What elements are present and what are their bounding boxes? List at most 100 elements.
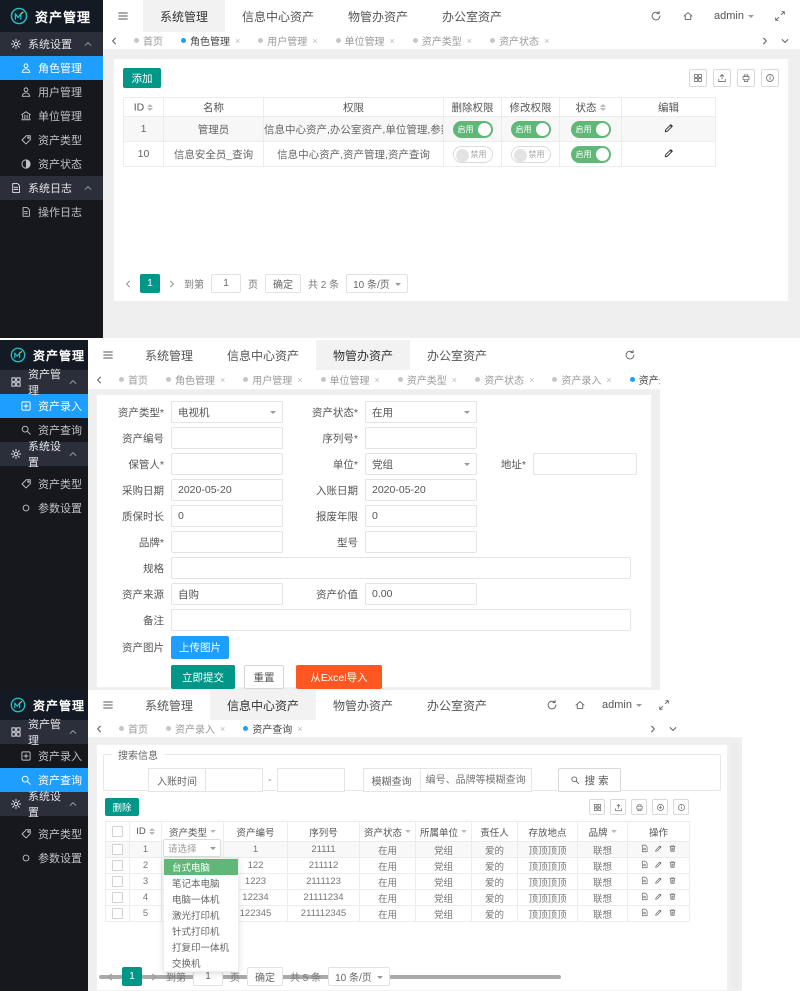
current-page[interactable]: 1: [140, 274, 160, 293]
fullscreen-icon[interactable]: [658, 699, 670, 711]
nav-property-office-assets[interactable]: 物管办资产: [316, 340, 410, 371]
view-icon[interactable]: [640, 892, 649, 901]
user-menu[interactable]: admin: [602, 699, 642, 711]
close-icon[interactable]: ×: [220, 724, 225, 734]
tab-home[interactable]: 首页: [110, 370, 157, 389]
sidebar-group-system-settings[interactable]: 系统设置: [0, 792, 88, 816]
dropdown-option[interactable]: 交换机: [164, 955, 238, 971]
tab-role-management[interactable]: 角色管理×: [157, 370, 234, 389]
col-id[interactable]: ID: [124, 98, 164, 117]
sidebar-item-role-management[interactable]: 角色管理: [0, 56, 103, 80]
prev-page-button[interactable]: [123, 279, 133, 289]
nav-system-management[interactable]: 系统管理: [143, 0, 225, 32]
date-to-input[interactable]: [277, 768, 345, 792]
sidebar-item-asset-status[interactable]: 资产状态: [0, 152, 103, 176]
tabs-scroll-right[interactable]: [760, 36, 770, 46]
model-input[interactable]: [365, 531, 477, 553]
close-icon[interactable]: ×: [390, 36, 395, 46]
col-unit[interactable]: 所属单位: [416, 822, 472, 842]
export-icon[interactable]: [610, 799, 626, 815]
tab-asset-entry[interactable]: 资产录入×: [157, 720, 234, 737]
menu-toggle-icon[interactable]: [103, 10, 143, 22]
close-icon[interactable]: ×: [312, 36, 317, 46]
keeper-input[interactable]: [171, 453, 283, 475]
menu-toggle-icon[interactable]: [88, 699, 128, 711]
tab-asset-status[interactable]: 资产状态×: [481, 32, 558, 49]
delete-icon[interactable]: [668, 908, 677, 917]
delete-button[interactable]: 删除: [105, 798, 139, 816]
row-checkbox[interactable]: [112, 844, 123, 855]
serial-no-input[interactable]: [365, 427, 477, 449]
per-page-select[interactable]: 10 条/页: [346, 274, 408, 293]
tabs-menu-icon[interactable]: [780, 36, 790, 46]
tab-home[interactable]: 首页: [110, 720, 157, 737]
asset-value-input[interactable]: [365, 583, 477, 605]
remark-input[interactable]: [171, 609, 631, 631]
asset-no-input[interactable]: [171, 427, 283, 449]
dropdown-option[interactable]: 电脑一体机: [164, 891, 238, 907]
tab-asset-entry-active[interactable]: 资产录入×: [621, 370, 660, 389]
sidebar-item-asset-type[interactable]: 资产类型: [0, 472, 88, 496]
tabs-scroll-left[interactable]: [103, 36, 125, 46]
sidebar-item-parameter-settings[interactable]: 参数设置: [0, 496, 88, 520]
prev-page-button[interactable]: [105, 972, 115, 982]
edit-icon[interactable]: [654, 860, 663, 869]
print-icon[interactable]: [737, 69, 755, 87]
nav-system-management[interactable]: 系统管理: [128, 340, 210, 371]
close-icon[interactable]: ×: [544, 36, 549, 46]
close-icon[interactable]: ×: [297, 375, 302, 385]
close-icon[interactable]: ×: [375, 375, 380, 385]
export-icon[interactable]: [713, 69, 731, 87]
nav-property-office-assets[interactable]: 物管办资产: [331, 0, 425, 32]
edit-icon[interactable]: [654, 892, 663, 901]
tab-asset-status[interactable]: 资产状态×: [466, 370, 543, 389]
type-filter-select[interactable]: 请选择: [163, 839, 221, 857]
per-page-select[interactable]: 10 条/页: [328, 967, 390, 986]
delete-perm-toggle[interactable]: 禁用: [453, 146, 493, 163]
tabs-scroll-right[interactable]: [648, 724, 658, 734]
view-icon[interactable]: [640, 876, 649, 885]
close-icon[interactable]: ×: [529, 375, 534, 385]
modify-perm-toggle[interactable]: 禁用: [511, 146, 551, 163]
info-icon[interactable]: [761, 69, 779, 87]
columns-icon[interactable]: [589, 799, 605, 815]
sidebar-item-operation-log[interactable]: 操作日志: [0, 200, 103, 224]
close-icon[interactable]: ×: [235, 36, 240, 46]
nav-office-assets[interactable]: 办公室资产: [410, 340, 504, 371]
view-icon[interactable]: [640, 908, 649, 917]
confirm-page-button[interactable]: 确定: [265, 274, 301, 293]
edit-icon[interactable]: [663, 147, 675, 159]
status-toggle[interactable]: 启用: [571, 121, 611, 138]
delete-icon[interactable]: [668, 876, 677, 885]
close-icon[interactable]: ×: [452, 375, 457, 385]
delete-icon[interactable]: [668, 892, 677, 901]
tabs-scroll-left[interactable]: [88, 375, 110, 385]
sidebar-item-parameter-settings[interactable]: 参数设置: [0, 846, 88, 870]
sidebar-item-asset-entry[interactable]: 资产录入: [0, 744, 88, 768]
edit-icon[interactable]: [663, 122, 675, 134]
source-input[interactable]: [171, 583, 283, 605]
sidebar-group-system-log[interactable]: 系统日志: [0, 176, 103, 200]
home-icon[interactable]: [682, 10, 694, 22]
modify-perm-toggle[interactable]: 启用: [511, 121, 551, 138]
upload-photo-button[interactable]: 上传图片: [171, 636, 229, 659]
dropdown-option[interactable]: 笔记本电脑: [164, 875, 238, 891]
goto-page-input[interactable]: [211, 274, 241, 293]
row-checkbox[interactable]: [112, 876, 123, 887]
nav-info-center-assets[interactable]: 信息中心资产: [225, 0, 331, 32]
dropdown-option[interactable]: 激光打印机: [164, 907, 238, 923]
search-button[interactable]: 搜 索: [558, 768, 621, 792]
warranty-input[interactable]: [171, 505, 283, 527]
sidebar-group-system-settings[interactable]: 系统设置: [0, 32, 103, 56]
dropdown-option[interactable]: 台式电脑: [164, 859, 238, 875]
tab-unit-management[interactable]: 单位管理×: [312, 370, 389, 389]
sidebar-group-asset-management[interactable]: 资产管理: [0, 370, 88, 394]
col-status[interactable]: 状态: [560, 98, 622, 117]
brand-input[interactable]: [171, 531, 283, 553]
vertical-scrollbar[interactable]: [731, 742, 739, 989]
tab-asset-type[interactable]: 资产类型×: [389, 370, 466, 389]
tab-asset-type[interactable]: 资产类型×: [404, 32, 481, 49]
close-icon[interactable]: ×: [220, 375, 225, 385]
close-icon[interactable]: ×: [297, 724, 302, 734]
spec-input[interactable]: [171, 557, 631, 579]
